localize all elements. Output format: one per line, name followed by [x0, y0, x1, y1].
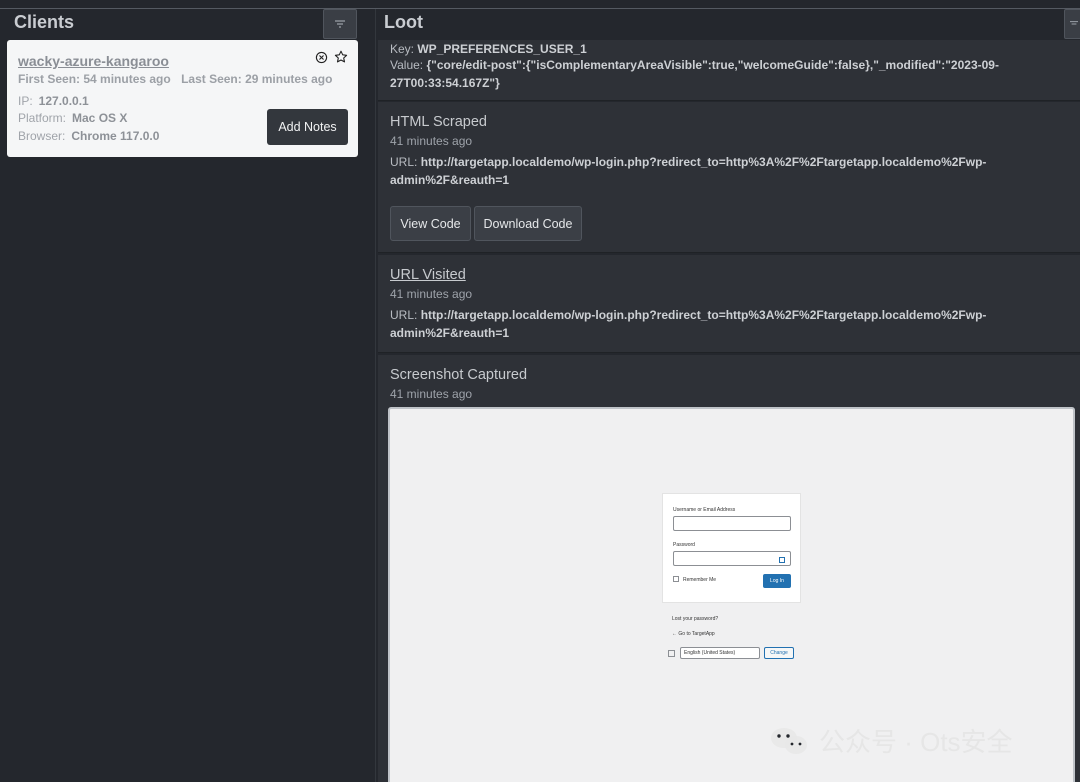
key-label: Key:	[390, 42, 415, 56]
screenshot-time: 41 minutes ago	[390, 387, 473, 401]
password-label: Password	[673, 542, 695, 548]
url-visited-title[interactable]: URL Visited	[390, 267, 466, 283]
clients-filter-button[interactable]	[323, 9, 357, 39]
key-value: WP_PREFERENCES_USER_1	[417, 42, 587, 56]
ip-value: 127.0.0.1	[38, 94, 89, 108]
eye-icon	[779, 557, 785, 563]
url-visited-url: URL: http://targetapp.localdemo/wp-login…	[390, 306, 1030, 342]
value-text-1: {"core/edit-post":{"isComplementaryAreaV…	[426, 58, 999, 72]
html-scraped-time: 41 minutes ago	[390, 134, 473, 148]
client-seen-times: First Seen: 54 minutes ago Last Seen: 29…	[18, 72, 339, 86]
clients-panel: Clients wacky-azure-kangaroo First Seen:…	[0, 9, 364, 782]
browser-value: Chrome 117.0.0	[71, 129, 160, 143]
url-visited-time: 41 minutes ago	[390, 287, 473, 301]
language-icon-preview	[668, 650, 675, 657]
url-value-1: http://targetapp.localdemo/wp-login.php?…	[420, 308, 987, 322]
loot-item-html-scraped: HTML Scraped 41 minutes ago URL: http://…	[378, 102, 1080, 253]
loot-item-preferences: Key: WP_PREFERENCES_USER_1 Value: {"core…	[378, 40, 1080, 101]
client-card[interactable]: wacky-azure-kangaroo First Seen: 54 minu…	[7, 40, 358, 157]
url-label: URL:	[390, 308, 418, 322]
watermark-text: 公众号 · Ots安全	[819, 727, 1013, 757]
value-text-2: 27T00:33:54.167Z"}	[390, 76, 500, 90]
password-input-preview	[673, 551, 791, 566]
language-select-preview: English (United States)	[680, 647, 760, 659]
platform-label: Platform:	[18, 111, 67, 125]
html-scraped-title: HTML Scraped	[390, 114, 487, 130]
browser-label: Browser:	[18, 129, 66, 143]
url-label: URL:	[390, 155, 418, 169]
client-ip-row: IP: 127.0.0.1	[18, 94, 89, 108]
loot-title: Loot	[384, 12, 423, 32]
top-border	[0, 0, 1080, 9]
loot-item-url-visited: URL Visited 41 minutes ago URL: http://t…	[378, 255, 1080, 353]
add-notes-button[interactable]: Add Notes	[267, 109, 348, 145]
go-to-link-preview: ← Go to TargetApp	[672, 631, 715, 637]
first-seen-text: First Seen: 54 minutes ago	[18, 72, 171, 86]
star-icon[interactable]	[334, 50, 348, 64]
watermark: 公众号 · Ots安全	[769, 722, 1013, 759]
loot-filter-button[interactable]	[1064, 9, 1080, 39]
login-form-preview: Username or Email Address Password Remem…	[662, 493, 801, 603]
preferences-value-line: Value: {"core/edit-post":{"isComplementa…	[390, 56, 1030, 92]
client-card-actions	[314, 50, 348, 64]
wechat-logo-icon	[771, 727, 807, 754]
username-input-preview	[673, 516, 791, 531]
client-browser-row: Browser: Chrome 117.0.0	[18, 129, 159, 143]
login-button-preview: Log In	[763, 574, 791, 588]
value-label: Value:	[390, 58, 424, 72]
client-platform-row: Platform: Mac OS X	[18, 111, 127, 125]
ip-label: IP:	[18, 94, 33, 108]
last-seen-text: Last Seen: 29 minutes ago	[181, 72, 333, 86]
loot-panel: Loot Key: WP_PREFERENCES_USER_1 Value: {…	[375, 9, 1080, 782]
view-code-button[interactable]: View Code	[390, 206, 471, 241]
platform-value: Mac OS X	[72, 111, 128, 125]
remember-checkbox-preview	[673, 576, 679, 582]
lost-password-link-preview: Lost your password?	[672, 616, 719, 622]
screenshot-title: Screenshot Captured	[390, 367, 528, 383]
filter-icon	[335, 20, 345, 28]
html-scraped-url: URL: http://targetapp.localdemo/wp-login…	[390, 153, 1030, 189]
url-value-1: http://targetapp.localdemo/wp-login.php?…	[420, 155, 987, 169]
close-circle-icon[interactable]	[314, 50, 328, 64]
remember-label: Remember Me	[683, 577, 717, 583]
filter-icon	[1070, 21, 1078, 25]
change-button-preview: Change	[764, 647, 794, 659]
download-code-button[interactable]: Download Code	[474, 206, 582, 241]
client-name-link[interactable]: wacky-azure-kangaroo	[18, 53, 169, 69]
url-value-2: admin%2F&reauth=1	[390, 326, 510, 340]
url-value-2: admin%2F&reauth=1	[390, 173, 510, 187]
clients-title: Clients	[14, 12, 75, 32]
username-label: Username or Email Address	[673, 507, 736, 513]
